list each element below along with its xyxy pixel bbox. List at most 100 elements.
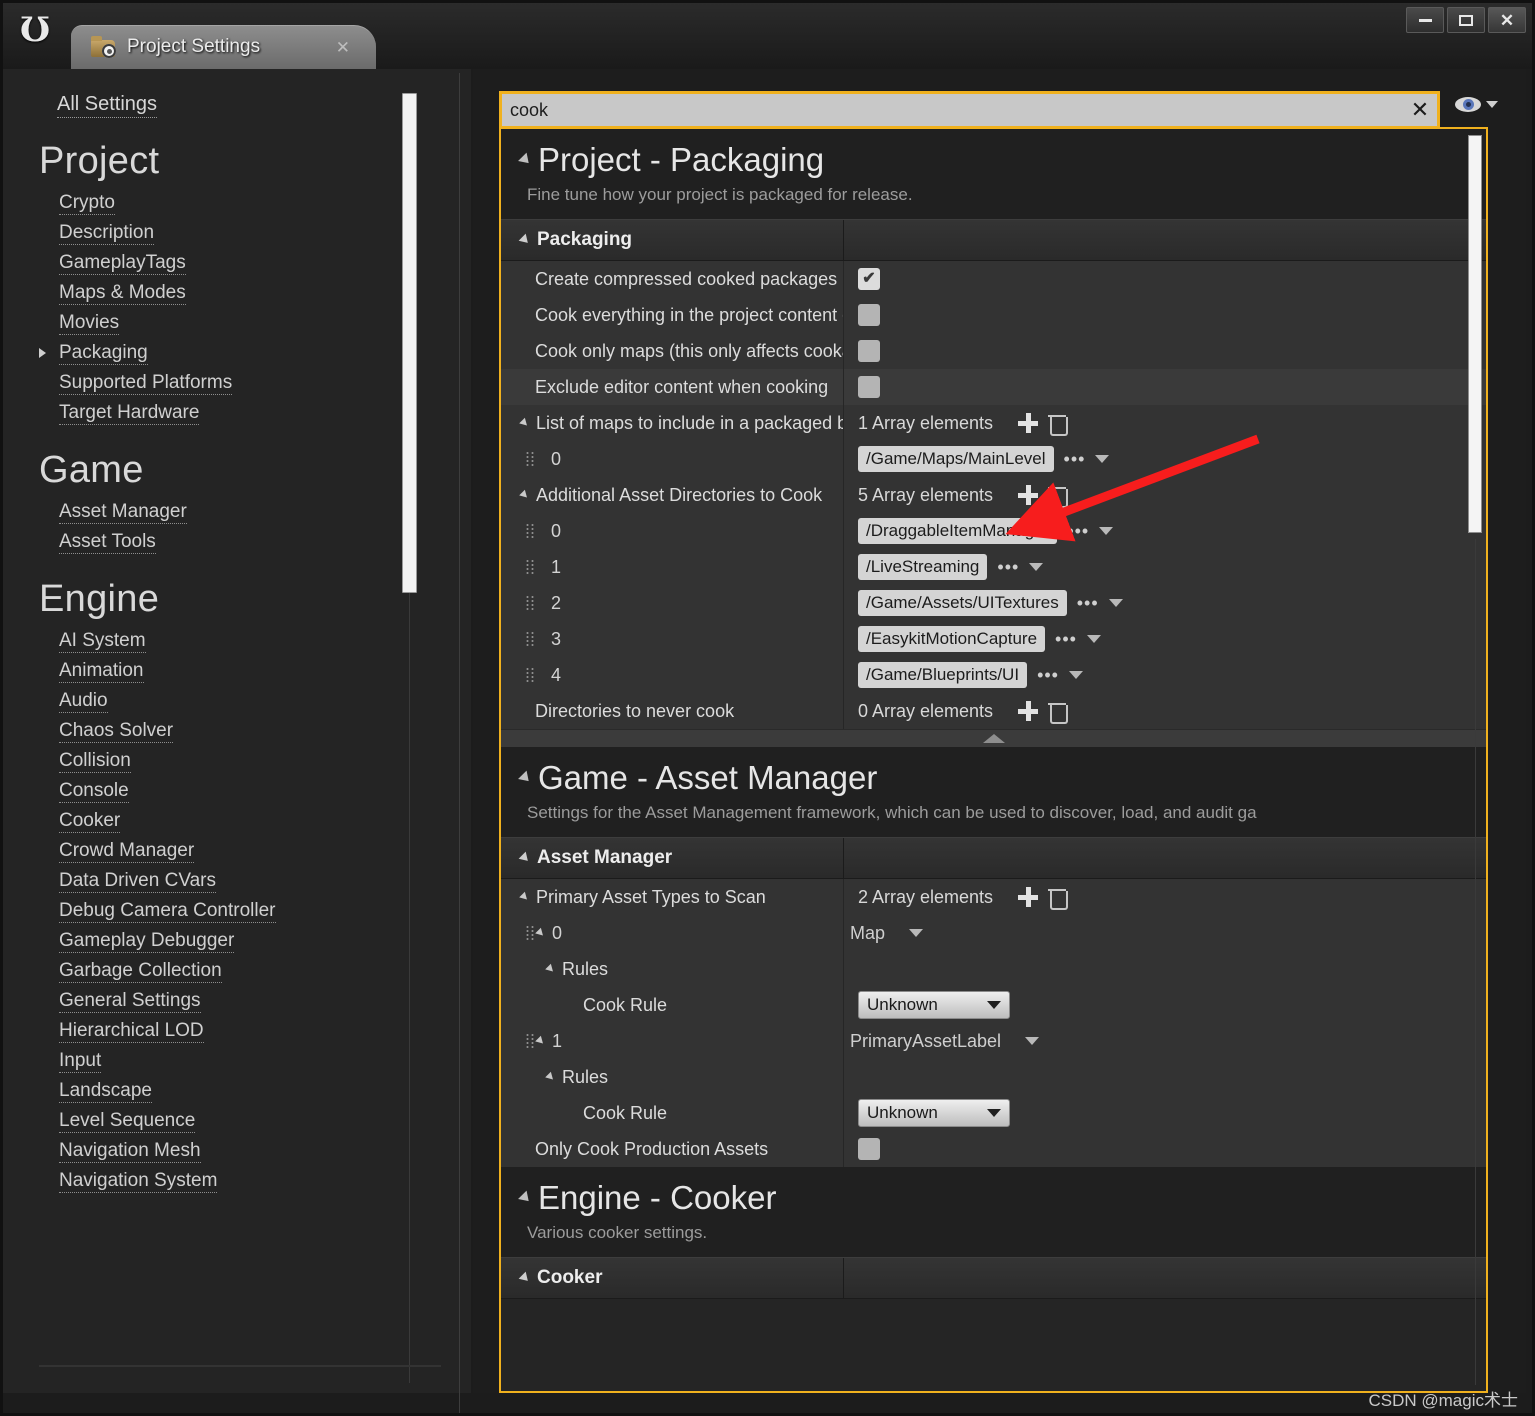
path-value[interactable]: /EasykitMotionCapture — [858, 626, 1046, 652]
path-value[interactable]: /Game/Blueprints/UI — [858, 662, 1028, 688]
property-label: List of maps to include in a packaged bu… — [536, 412, 843, 433]
collapse-triangle-icon[interactable] — [535, 1035, 546, 1047]
delete-array-button[interactable] — [1048, 701, 1068, 724]
more-options-icon[interactable]: ••• — [1055, 629, 1077, 650]
sidebar-item-label: General Settings — [59, 990, 201, 1013]
category-row[interactable]: Cooker — [501, 1257, 1486, 1299]
chevron-down-icon[interactable] — [1068, 671, 1083, 679]
panel-divider — [459, 73, 460, 1413]
maximize-button[interactable] — [1447, 7, 1485, 33]
collapse-triangle-icon[interactable] — [519, 417, 530, 429]
sidebar-scrollbar-thumb[interactable] — [402, 93, 417, 593]
chevron-down-icon[interactable] — [1486, 101, 1498, 108]
add-array-element-button[interactable] — [1018, 887, 1038, 907]
minimize-button[interactable] — [1406, 7, 1444, 33]
checkbox[interactable] — [858, 376, 880, 398]
settings-scroll-panel[interactable]: Project - Packaging Fine tune how your pr… — [499, 127, 1488, 1393]
checkbox[interactable] — [858, 304, 880, 326]
collapse-triangle-icon[interactable] — [518, 233, 532, 247]
add-array-element-button[interactable] — [1018, 413, 1038, 433]
delete-array-button[interactable] — [1048, 887, 1068, 910]
path-value[interactable]: /Game/Maps/MainLevel — [858, 446, 1054, 472]
collapse-triangle-icon[interactable] — [518, 1271, 532, 1285]
chevron-down-icon[interactable] — [1029, 563, 1044, 571]
dropdown-select[interactable]: Unknown — [858, 1099, 1010, 1127]
drag-handle[interactable] — [525, 451, 535, 467]
array-index-label: 0 — [552, 922, 563, 943]
sidebar-item-label: Landscape — [59, 1080, 152, 1103]
eye-icon[interactable] — [1455, 97, 1481, 112]
delete-array-button[interactable] — [1048, 485, 1068, 508]
more-options-icon[interactable]: ••• — [1067, 521, 1089, 542]
category-row[interactable]: Asset Manager — [501, 837, 1486, 879]
collapse-triangle-icon[interactable] — [519, 489, 530, 501]
path-value[interactable]: /DraggableItemManager — [858, 518, 1058, 544]
section-collapse-handle[interactable] — [501, 729, 1486, 747]
collapse-triangle-icon[interactable] — [545, 1071, 556, 1083]
chevron-down-icon[interactable] — [1095, 455, 1110, 463]
chevron-right-icon[interactable] — [39, 348, 46, 358]
property-label: Additional Asset Directories to Cook — [536, 484, 823, 505]
property-row: Rules — [501, 1059, 1486, 1095]
collapse-triangle-icon[interactable] — [519, 891, 530, 903]
sidebar-item-label: Animation — [59, 660, 144, 683]
property-value — [843, 261, 1486, 297]
category-value-cell — [843, 838, 1486, 878]
drag-handle[interactable] — [525, 559, 535, 575]
delete-array-button[interactable] — [1048, 413, 1068, 436]
chevron-down-icon[interactable] — [1025, 1037, 1040, 1045]
property-row: Additional Asset Directories to Cook 5 Ar… — [501, 477, 1486, 513]
chevron-down-icon[interactable] — [1086, 635, 1101, 643]
close-window-button[interactable]: ✕ — [1488, 7, 1526, 33]
collapse-triangle-icon[interactable] — [518, 851, 532, 865]
search-input[interactable] — [502, 99, 1403, 121]
drag-handle[interactable] — [525, 523, 535, 539]
collapse-triangle-icon[interactable] — [518, 770, 533, 786]
collapse-triangle-icon[interactable] — [518, 1190, 533, 1206]
add-array-element-button[interactable] — [1018, 485, 1038, 505]
settings-sidebar[interactable]: All Settings Project Crypto Description Game… — [3, 69, 471, 1393]
drag-handle[interactable] — [525, 595, 535, 611]
panel-scrollbar-thumb[interactable] — [1468, 135, 1482, 533]
checkbox[interactable] — [858, 340, 880, 362]
property-row: Primary Asset Types to Scan 2 Array eleme… — [501, 879, 1486, 915]
window-controls: ✕ — [1406, 7, 1526, 33]
clear-search-icon[interactable]: ✕ — [1403, 97, 1437, 123]
checkbox[interactable] — [858, 268, 880, 290]
drag-handle[interactable] — [525, 925, 535, 941]
drag-handle[interactable] — [525, 631, 535, 647]
property-value: /DraggableItemManager ••• — [843, 513, 1486, 549]
drag-handle[interactable] — [525, 1033, 535, 1049]
sidebar-scrollbar-track[interactable] — [409, 593, 410, 1383]
drag-handle[interactable] — [525, 667, 535, 683]
more-options-icon[interactable]: ••• — [1077, 593, 1099, 614]
visibility-options[interactable] — [1455, 97, 1498, 112]
path-value[interactable]: /LiveStreaming — [858, 554, 988, 580]
collapse-triangle-icon[interactable] — [545, 963, 556, 975]
array-index-label: 4 — [551, 664, 562, 685]
category-row[interactable]: Packaging — [501, 219, 1486, 261]
dropdown-select[interactable]: Unknown — [858, 991, 1010, 1019]
collapse-triangle-icon[interactable] — [518, 152, 533, 168]
more-options-icon[interactable]: ••• — [1064, 449, 1086, 470]
path-value[interactable]: /Game/Assets/UITextures — [858, 590, 1067, 616]
chevron-down-icon[interactable] — [1108, 599, 1123, 607]
tab-project-settings[interactable]: Project Settings ✕ — [71, 25, 376, 69]
sidebar-item-label: Packaging — [59, 342, 148, 365]
more-options-icon[interactable]: ••• — [997, 557, 1019, 578]
collapse-triangle-icon[interactable] — [535, 927, 546, 939]
checkbox[interactable] — [858, 1138, 880, 1160]
panel-scrollbar-track[interactable] — [1475, 539, 1476, 1385]
sidebar-item-label: Chaos Solver — [59, 720, 174, 743]
property-name: Cook Rule — [501, 1103, 843, 1124]
more-options-icon[interactable]: ••• — [1037, 665, 1059, 686]
section-description: Various cooker settings. — [527, 1223, 708, 1242]
sidebar-item-label: Audio — [59, 690, 108, 713]
close-tab-icon[interactable]: ✕ — [336, 38, 350, 58]
sidebar-item-all-settings[interactable]: All Settings — [57, 93, 158, 118]
search-box[interactable]: ✕ — [499, 91, 1440, 129]
chevron-down-icon[interactable] — [909, 929, 924, 937]
add-array-element-button[interactable] — [1018, 701, 1038, 721]
sidebar-item-label: Target Hardware — [59, 402, 200, 425]
chevron-down-icon[interactable] — [1099, 527, 1114, 535]
